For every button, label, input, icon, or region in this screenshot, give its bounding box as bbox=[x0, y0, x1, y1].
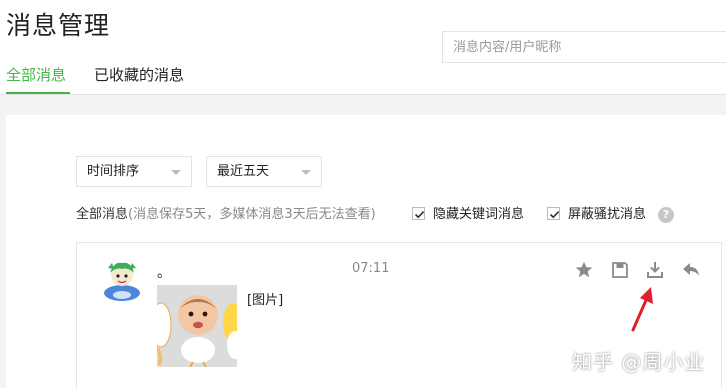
watermark-text: 知乎 @周小业 bbox=[572, 350, 706, 374]
user-avatar[interactable] bbox=[100, 258, 144, 304]
summary-label: 全部消息 bbox=[76, 207, 129, 222]
image-label: [图片] bbox=[247, 293, 284, 308]
search-input[interactable]: 消息内容/用户昵称 bbox=[442, 31, 726, 63]
sort-dropdown-value: 时间排序 bbox=[87, 164, 140, 179]
retention-note: (消息保存5天，多媒体消息3天后无法查看) bbox=[128, 207, 376, 222]
download-icon[interactable] bbox=[645, 260, 665, 280]
message-time: 07:11 bbox=[352, 261, 390, 276]
block-spam-label: 屏蔽骚扰消息 bbox=[568, 207, 647, 222]
reply-icon[interactable] bbox=[681, 260, 701, 280]
sort-dropdown[interactable]: 时间排序 bbox=[76, 156, 192, 187]
tab-starred-messages[interactable]: 已收藏的消息 bbox=[94, 64, 184, 85]
date-range-value: 最近五天 bbox=[217, 164, 270, 179]
page-title: 消息管理 bbox=[6, 11, 111, 40]
caret-down-icon bbox=[301, 170, 311, 175]
save-icon[interactable] bbox=[610, 260, 630, 280]
checkmark-icon bbox=[414, 211, 425, 219]
sender-name: 。 bbox=[157, 265, 171, 281]
date-range-dropdown[interactable]: 最近五天 bbox=[206, 156, 322, 187]
header-divider bbox=[0, 94, 726, 95]
tab-all-messages[interactable]: 全部消息 bbox=[6, 64, 66, 85]
hide-keyword-checkbox[interactable] bbox=[412, 207, 425, 220]
help-icon[interactable]: ? bbox=[658, 207, 674, 223]
star-icon[interactable] bbox=[574, 260, 594, 280]
caret-down-icon bbox=[171, 170, 181, 175]
message-summary: 全部消息(消息保存5天，多媒体消息3天后无法查看) bbox=[76, 206, 376, 224]
message-image-thumbnail[interactable] bbox=[157, 285, 237, 367]
checkmark-icon bbox=[549, 211, 560, 219]
block-spam-checkbox[interactable] bbox=[547, 207, 560, 220]
hide-keyword-label: 隐藏关键词消息 bbox=[433, 207, 525, 222]
annotation-arrow-icon bbox=[631, 287, 653, 332]
page-header: 消息管理 消息内容/用户昵称 全部消息 已收藏的消息 bbox=[0, 0, 726, 95]
